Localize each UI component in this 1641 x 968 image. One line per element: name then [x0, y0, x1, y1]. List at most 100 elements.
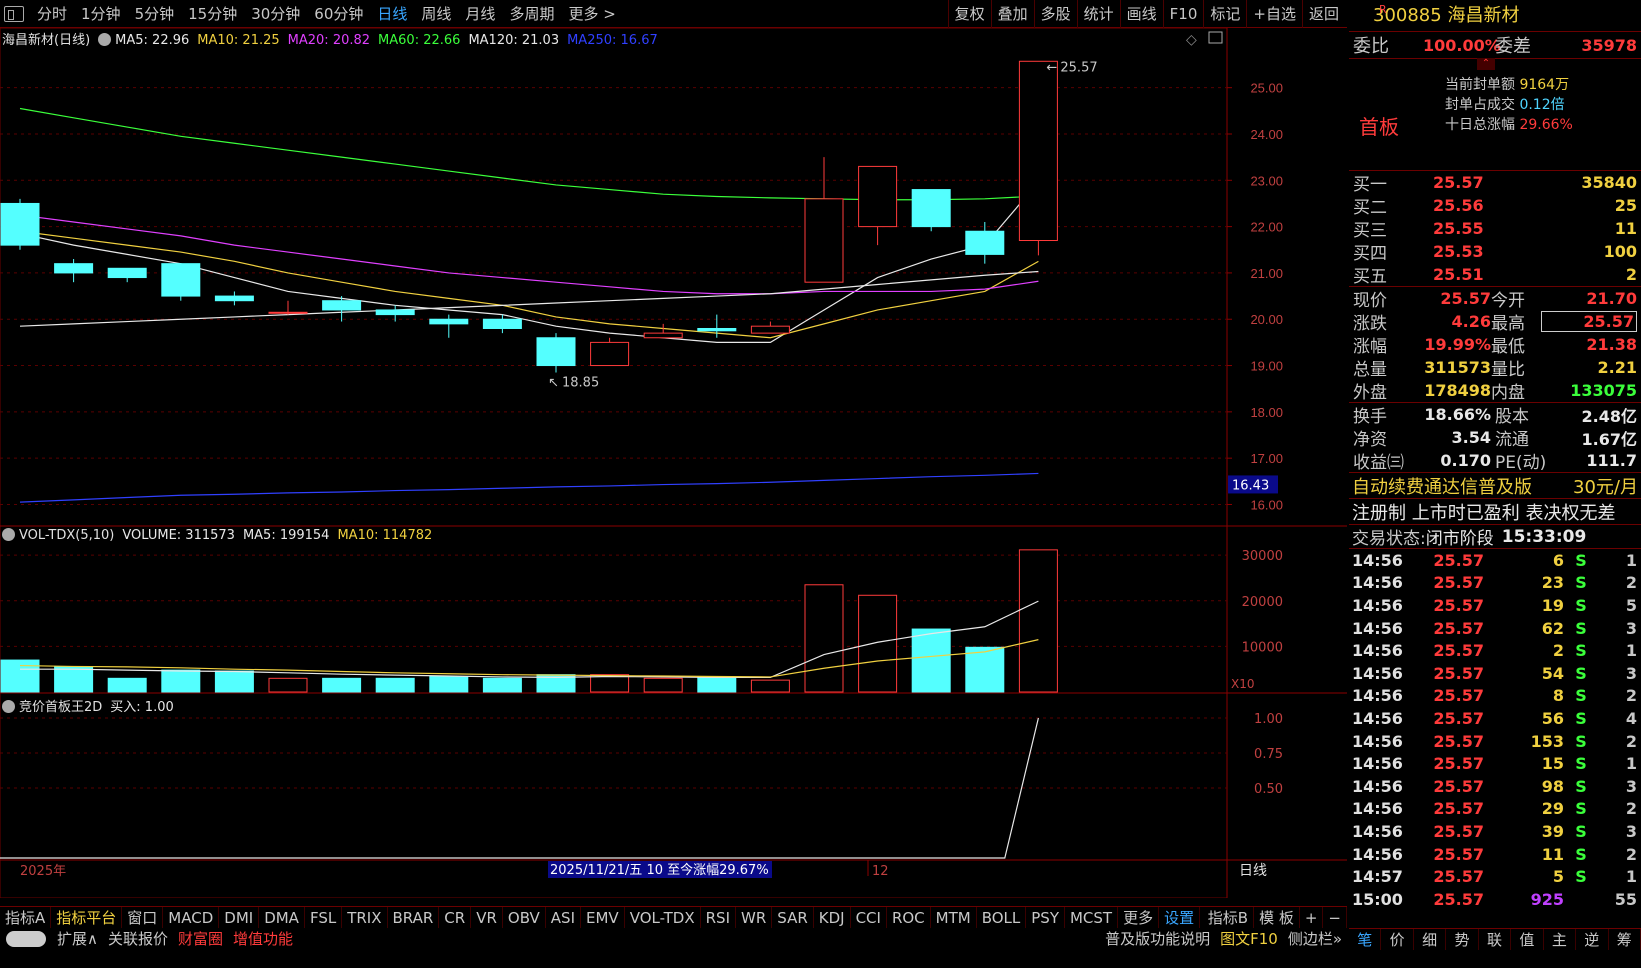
- tool-button[interactable]: 统计: [1076, 0, 1120, 28]
- tick-row: 14:56 25.57 6 S 1: [1352, 550, 1637, 570]
- ad-banner[interactable]: 自动续费通达信普及版 30元/月: [1349, 472, 1641, 498]
- side-button[interactable]: 普及版功能说明: [1100, 928, 1215, 950]
- volume-bar: [107, 677, 147, 693]
- window-icon[interactable]: [4, 5, 24, 22]
- indicator-tab[interactable]: VR: [471, 907, 503, 928]
- candle-body: [804, 198, 844, 283]
- indicator-b-tab[interactable]: 指标B: [1203, 907, 1255, 928]
- indicator-tab[interactable]: SAR: [772, 907, 814, 928]
- period-tab[interactable]: 更多 >: [561, 3, 622, 24]
- legend-toggle-icon[interactable]: [2, 528, 15, 541]
- period-tab[interactable]: 60分钟: [307, 3, 370, 24]
- bid-row[interactable]: 买一 25.57 35840: [1349, 171, 1641, 195]
- panel-tab[interactable]: 筹: [1609, 929, 1641, 950]
- side-button[interactable]: 图文F10: [1215, 928, 1283, 950]
- indicator-tab[interactable]: PSY: [1026, 907, 1065, 928]
- indicator-tab[interactable]: OBV: [503, 907, 546, 928]
- indicator-tab[interactable]: 更多: [1118, 907, 1160, 928]
- period-tab[interactable]: 多周期: [502, 3, 561, 24]
- quote-panel: R 300885 海昌新材 委比 100.00% 委差 35978 ⌃ 首板 当…: [1349, 0, 1641, 968]
- extension-bar: 扩展∧ 关联报价 财富圈 增值功能 普及版功能说明 图文F10 侧边栏»: [0, 928, 1347, 950]
- bid-row[interactable]: 买四 25.53 100: [1349, 240, 1641, 264]
- indicator-tab[interactable]: BRAR: [388, 907, 440, 928]
- collapse-icon[interactable]: ⌃: [1477, 58, 1495, 70]
- tool-button[interactable]: 返回: [1301, 0, 1345, 28]
- indicator-tab[interactable]: ASI: [546, 907, 582, 928]
- tool-button[interactable]: 叠加: [990, 0, 1034, 28]
- indicator-tab[interactable]: BOLL: [977, 907, 1027, 928]
- bid-row[interactable]: 买二 25.56 25: [1349, 194, 1641, 218]
- tool-button[interactable]: 复权: [947, 0, 991, 28]
- indicator-tab[interactable]: 指标平台: [51, 907, 123, 928]
- period-tab[interactable]: 5分钟: [128, 3, 182, 24]
- period-tab[interactable]: 15分钟: [181, 3, 244, 24]
- indicator-tab[interactable]: MACD: [163, 907, 220, 928]
- indicator-b-tab[interactable]: −: [1323, 907, 1347, 928]
- period-tab[interactable]: 1分钟: [74, 3, 128, 24]
- kline-chart[interactable]: 25.00 24.00 23.00 22.00 21.00 20.00 19.00 18.00…: [0, 28, 1347, 898]
- volume-bar: [0, 659, 40, 693]
- indicator-tab[interactable]: MCST: [1065, 907, 1119, 928]
- period-tab[interactable]: 月线: [458, 3, 502, 24]
- extension-button[interactable]: 扩展∧: [52, 928, 103, 950]
- bid-book: 买一 25.57 35840 买二 25.56 25 买三 25.55 11 买四 25.53 100…: [1349, 170, 1641, 287]
- panel-tab[interactable]: 主: [1544, 929, 1577, 950]
- indicator-tab[interactable]: DMI: [219, 907, 260, 928]
- indicator-tab[interactable]: 设置: [1159, 907, 1201, 928]
- tick-row: 14:56 25.57 62 S 3: [1352, 618, 1637, 638]
- extension-button[interactable]: 财富圈: [173, 928, 228, 950]
- panel-tab[interactable]: 笔: [1349, 929, 1382, 950]
- indicator-tab[interactable]: FSL: [305, 907, 343, 928]
- indicator-b-tab[interactable]: +: [1300, 907, 1324, 928]
- panel-tab[interactable]: 联: [1479, 929, 1512, 950]
- panel-tab[interactable]: 值: [1511, 929, 1544, 950]
- volume-bar: [268, 677, 308, 693]
- panel-tab[interactable]: 细: [1414, 929, 1447, 950]
- toggle-switch-icon[interactable]: [6, 931, 46, 947]
- period-tab[interactable]: 分时: [30, 3, 74, 24]
- period-tab[interactable]: 30分钟: [244, 3, 307, 24]
- indicator-tab[interactable]: DMA: [259, 907, 305, 928]
- tool-button[interactable]: 标记: [1203, 0, 1246, 28]
- tool-button[interactable]: 多股: [1033, 0, 1077, 28]
- quote-row: 涨跌 4.26 最高 25.57: [1349, 310, 1641, 334]
- legend-item: MA250: 16.67: [567, 33, 658, 48]
- indicator-tab[interactable]: EMV: [581, 907, 625, 928]
- indicator-tab[interactable]: KDJ: [814, 907, 851, 928]
- candle-body: [322, 300, 362, 311]
- indicator-tab[interactable]: TRIX: [342, 907, 388, 928]
- indicator-tab[interactable]: MTM: [931, 907, 977, 928]
- bid-row[interactable]: 买三 25.55 11: [1349, 217, 1641, 241]
- panel-tab[interactable]: 逆: [1576, 929, 1609, 950]
- indicator-tab[interactable]: VOL-TDX: [625, 907, 701, 928]
- legend-toggle-icon[interactable]: [2, 700, 15, 713]
- main-legend: 海昌新材(日线) MA5: 22.96 MA10: 21.25 MA20: 20.82…: [2, 29, 666, 48]
- indicator-tab[interactable]: RSI: [701, 907, 736, 928]
- period-tab[interactable]: 周线: [414, 3, 458, 24]
- candle-body: [590, 341, 630, 367]
- period-tab[interactable]: 日线: [370, 3, 414, 24]
- indicator-legend: 竞价首板王2D 买入: 1.00: [2, 696, 182, 715]
- panel-tab[interactable]: 势: [1446, 929, 1479, 950]
- side-button[interactable]: 侧边栏»: [1283, 928, 1347, 950]
- indicator-a-button[interactable]: 指标A: [0, 907, 52, 928]
- indicator-b-tab[interactable]: 模 板: [1254, 907, 1300, 928]
- bid-row[interactable]: 买五 25.51 2: [1349, 263, 1641, 287]
- indicator-tab[interactable]: WR: [736, 907, 773, 928]
- legend-toggle-icon[interactable]: [98, 33, 112, 46]
- indicator-tab[interactable]: ROC: [887, 907, 931, 928]
- extension-button[interactable]: 关联报价: [103, 928, 173, 950]
- legend-item: MA10: 114782: [337, 528, 433, 543]
- tool-button[interactable]: F10: [1162, 0, 1204, 28]
- tool-button[interactable]: 画线: [1119, 0, 1163, 28]
- panel-tab[interactable]: 价: [1381, 929, 1414, 950]
- tick-list[interactable]: 14:56 25.57 6 S 1 14:56 25.57 23 S 2 14:56 25.57 19 S…: [1349, 548, 1641, 911]
- indicator-tab[interactable]: 窗口: [122, 907, 164, 928]
- indicator-tab[interactable]: CCI: [851, 907, 887, 928]
- stock-tags: 注册制 上市时已盈利 表决权无差: [1349, 498, 1641, 524]
- extension-button[interactable]: 增值功能: [228, 928, 298, 950]
- tool-button[interactable]: +自选: [1246, 0, 1302, 28]
- candle-body: [482, 318, 522, 329]
- legend-title: 海昌新材(日线): [2, 33, 91, 48]
- indicator-tab[interactable]: CR: [439, 907, 472, 928]
